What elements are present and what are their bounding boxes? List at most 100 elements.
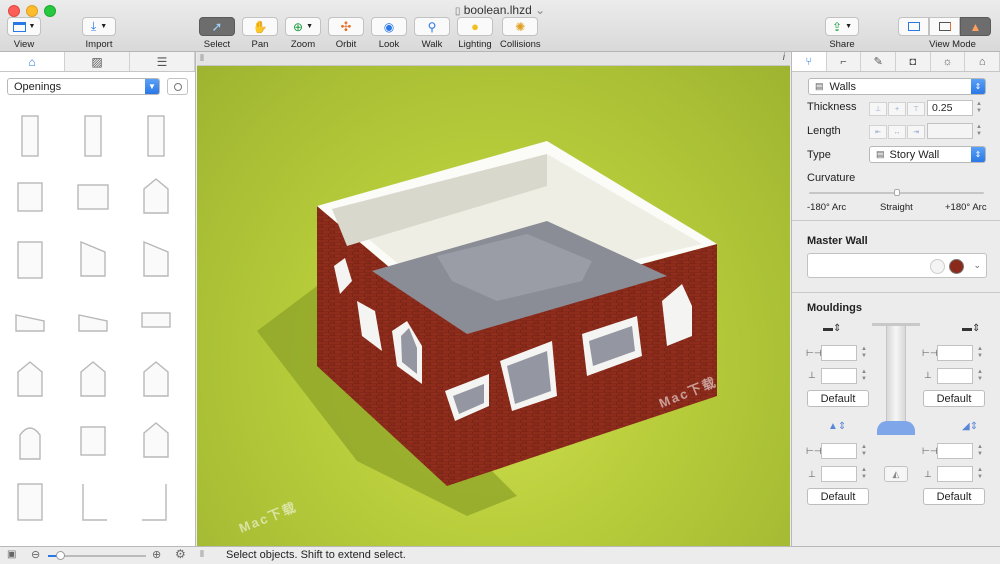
moulding-tl-width-stepper[interactable]: ▲ ▼: [860, 345, 868, 361]
align-bottom-button[interactable]: ⊤: [907, 102, 925, 116]
opening-thumbnail-window-trapezoid[interactable]: [75, 295, 111, 343]
opening-thumbnail-door-tall[interactable]: [138, 112, 174, 160]
moulding-br-height-field[interactable]: [937, 466, 973, 482]
zoom-in-icon[interactable]: ⊕: [152, 548, 161, 561]
view-mode-split-button[interactable]: [929, 17, 960, 36]
thickness-stepper[interactable]: ▲ ▼: [975, 100, 983, 116]
moulding-bottom-right-icon[interactable]: ◢⇕: [962, 421, 978, 432]
3d-viewport[interactable]: ⦀ i Mac下载 Mac下载: [197, 52, 790, 546]
library-zoom-knob[interactable]: [55, 551, 65, 560]
collisions-button[interactable]: ✺ Collisions: [500, 17, 541, 50]
moulding-br-width-field[interactable]: [937, 443, 973, 459]
length-left-button[interactable]: ⇤: [869, 125, 887, 139]
opening-thumbnail-window-pentagon[interactable]: [138, 356, 174, 404]
share-button[interactable]: ⇪ ▼ Share: [825, 17, 859, 50]
zoom-out-icon[interactable]: ⊖: [31, 548, 40, 561]
select-tool-button[interactable]: ➚ Select: [199, 17, 235, 50]
wall-type-dropdown[interactable]: ▤ Story Wall ⇕: [869, 146, 986, 163]
opening-thumbnail-window-slant[interactable]: [75, 234, 111, 282]
tab-list[interactable]: ☰: [130, 52, 195, 71]
zoom-tool-button[interactable]: ⊕ ▼ Zoom: [285, 17, 321, 50]
opening-thumbnail-window-square[interactable]: [75, 417, 111, 465]
moulding-tr-height-stepper[interactable]: ▲ ▼: [976, 368, 984, 384]
opening-thumbnail-window-pentagon[interactable]: [138, 173, 174, 221]
pan-tool-button[interactable]: ✋ Pan: [242, 17, 278, 50]
tab-furniture[interactable]: ⌂: [0, 52, 65, 71]
color-swatch-white[interactable]: [930, 259, 945, 274]
moulding-tr-height-field[interactable]: [937, 368, 973, 384]
tab-camera[interactable]: ◘: [896, 52, 931, 71]
moulding-tr-width-stepper[interactable]: ▲ ▼: [976, 345, 984, 361]
import-button[interactable]: ⤓ ▼ Import: [82, 17, 116, 50]
category-dropdown[interactable]: Openings ▼: [7, 78, 160, 95]
house-model[interactable]: [197, 66, 790, 546]
image-icon[interactable]: ▣: [7, 549, 16, 560]
tab-edit[interactable]: ✎: [861, 52, 897, 71]
moulding-bottom-left-icon[interactable]: ▲⇕: [828, 421, 846, 432]
opening-thumbnail-window-slant[interactable]: [138, 234, 174, 282]
opening-thumbnail-door-tall[interactable]: [75, 112, 111, 160]
symmetry-button[interactable]: ◭: [884, 466, 908, 482]
align-center-button[interactable]: +: [888, 102, 906, 116]
moulding-br-width-stepper[interactable]: ▲ ▼: [976, 443, 984, 459]
align-top-button[interactable]: ⊥: [869, 102, 887, 116]
moulding-top-right-icon[interactable]: ▬⇕: [962, 323, 980, 334]
opening-thumbnail-window-pentagon[interactable]: [12, 356, 48, 404]
moulding-top-left-default-button[interactable]: Default: [807, 390, 869, 407]
walk-tool-button[interactable]: ⚲ Walk: [414, 17, 450, 50]
color-swatch-brown[interactable]: [949, 259, 964, 274]
tab-object[interactable]: ⑂: [792, 52, 827, 71]
drag-handle-icon[interactable]: ⦀: [200, 53, 204, 64]
moulding-bl-height-stepper[interactable]: ▲ ▼: [860, 466, 868, 482]
master-wall-swatch-well[interactable]: ⌄: [807, 253, 987, 278]
info-icon[interactable]: i: [783, 52, 785, 63]
opening-thumbnail-window-trapezoid[interactable]: [12, 295, 48, 343]
moulding-tl-height-stepper[interactable]: ▲ ▼: [860, 368, 868, 384]
lighting-button[interactable]: ● Lighting: [457, 17, 493, 50]
length-right-button[interactable]: ⇥: [907, 125, 925, 139]
width-icon: ⊢⊣: [922, 348, 938, 358]
opening-thumbnail-door-tall[interactable]: [12, 112, 48, 160]
opening-thumbnail-window-small[interactable]: [138, 295, 174, 343]
opening-thumbnail-corner-l[interactable]: [75, 478, 111, 526]
tab-building[interactable]: ⌂: [965, 52, 1000, 71]
object-type-dropdown[interactable]: ▤ Walls ⇕: [808, 78, 986, 95]
opening-thumbnail-window-arch[interactable]: [12, 417, 48, 465]
view-mode-2d-button[interactable]: [898, 17, 929, 36]
search-button[interactable]: [167, 78, 188, 95]
moulding-tr-width-field[interactable]: [937, 345, 973, 361]
drag-handle-icon[interactable]: ⦀: [200, 549, 204, 560]
length-stepper[interactable]: ▲ ▼: [975, 123, 983, 139]
opening-thumbnail-corner-j[interactable]: [138, 478, 174, 526]
curvature-slider-knob[interactable]: [893, 189, 900, 196]
moulding-tl-width-field[interactable]: [821, 345, 857, 361]
moulding-bottom-right-default-button[interactable]: Default: [923, 488, 985, 505]
moulding-br-height-stepper[interactable]: ▲ ▼: [976, 466, 984, 482]
library-zoom-slider[interactable]: [48, 551, 146, 560]
opening-thumbnail-window-tall[interactable]: [12, 478, 48, 526]
moulding-bl-height-field[interactable]: [821, 466, 857, 482]
moulding-tl-height-field[interactable]: [821, 368, 857, 384]
tab-paint[interactable]: ⌐: [827, 52, 862, 71]
opening-thumbnail-window-pentagon[interactable]: [138, 417, 174, 465]
thickness-field[interactable]: 0.25: [927, 100, 973, 116]
curvature-slider[interactable]: [809, 189, 984, 196]
moulding-bottom-left-default-button[interactable]: Default: [807, 488, 869, 505]
orbit-tool-button[interactable]: ✣ Orbit: [328, 17, 364, 50]
length-field[interactable]: [927, 123, 973, 139]
tab-materials[interactable]: ▨: [65, 52, 130, 71]
tab-light[interactable]: ☼: [931, 52, 966, 71]
settings-gear-icon[interactable]: ⚙: [175, 547, 186, 561]
look-tool-button[interactable]: ◉ Look: [371, 17, 407, 50]
opening-thumbnail-door-frame[interactable]: [12, 234, 48, 282]
moulding-bl-width-field[interactable]: [821, 443, 857, 459]
opening-thumbnail-window-square[interactable]: [12, 173, 48, 221]
view-mode-3d-button[interactable]: ▲: [960, 17, 991, 36]
moulding-top-left-icon[interactable]: ▬⇕: [823, 323, 841, 334]
opening-thumbnail-window-wide[interactable]: [75, 173, 111, 221]
length-both-button[interactable]: ↔: [888, 125, 906, 139]
moulding-bl-width-stepper[interactable]: ▲ ▼: [860, 443, 868, 459]
opening-thumbnail-window-pentagon[interactable]: [75, 356, 111, 404]
moulding-top-right-default-button[interactable]: Default: [923, 390, 985, 407]
view-button[interactable]: ▼ View: [7, 17, 41, 50]
